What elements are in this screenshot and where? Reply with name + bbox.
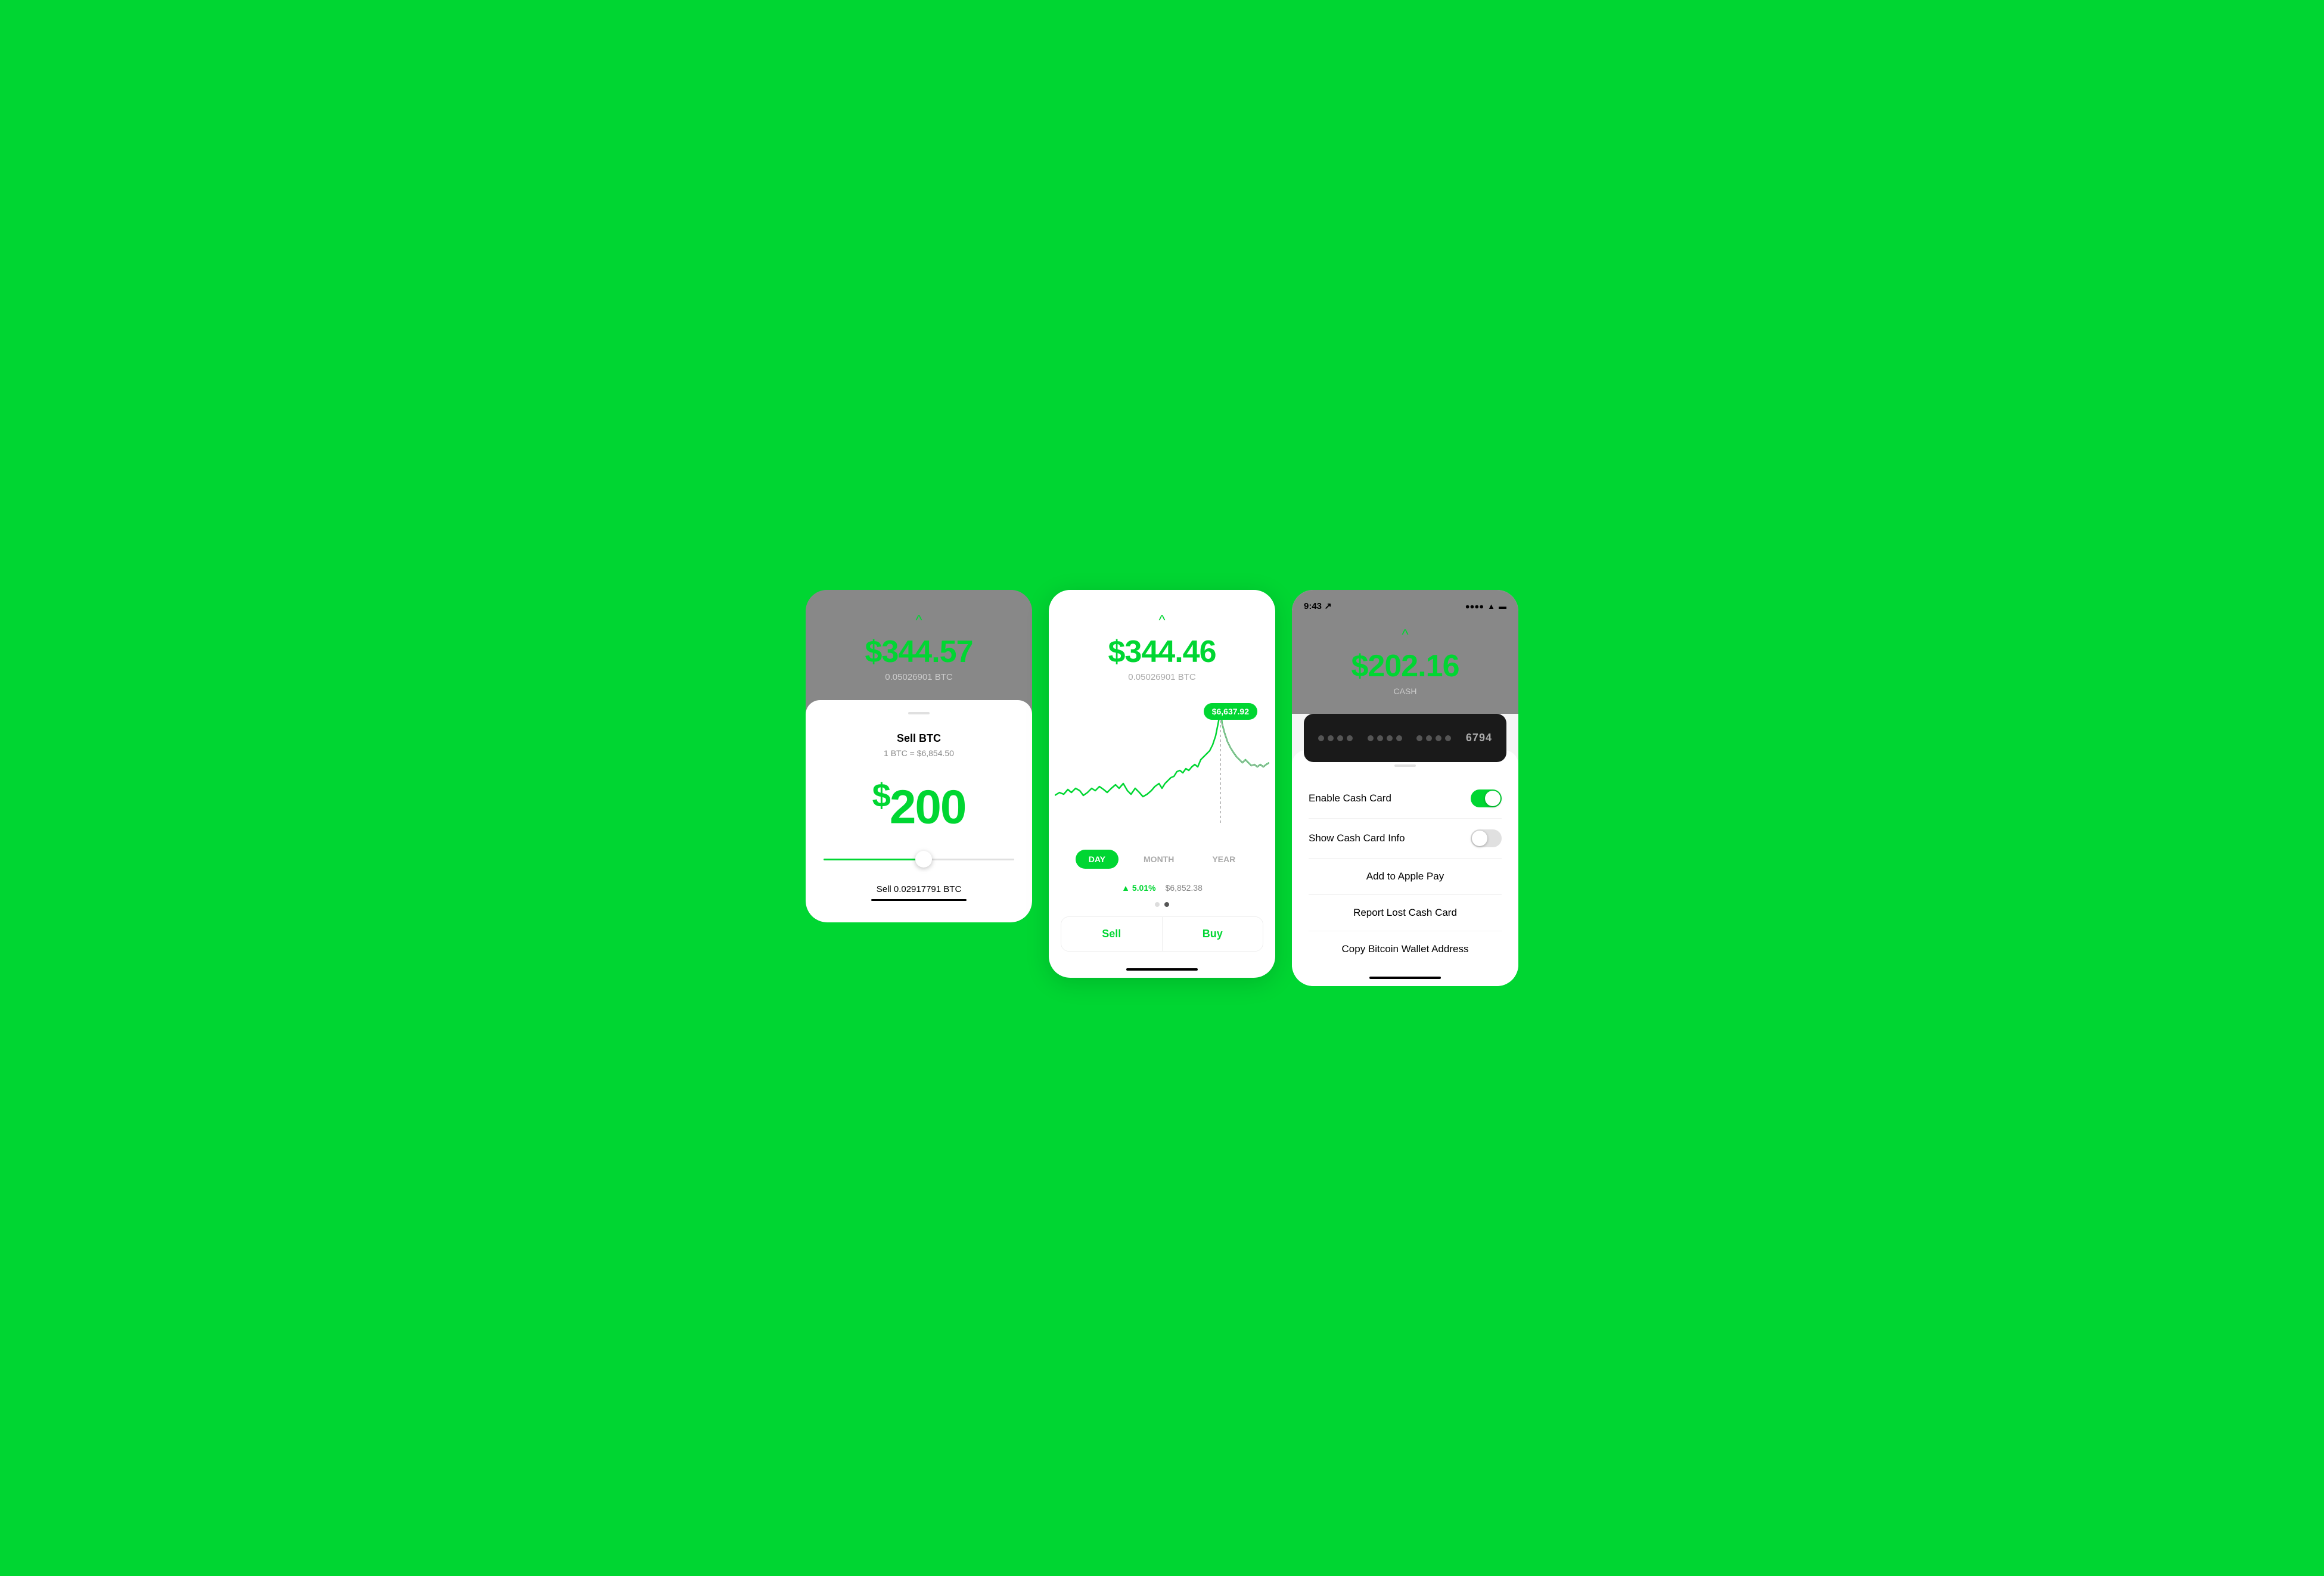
screen1-top: ^ $344.57 0.05026901 BTC [806, 590, 1032, 700]
card-dot [1318, 735, 1324, 741]
sell-rate: 1 BTC = $6,854.50 [884, 748, 954, 758]
card-dots-1 [1318, 735, 1353, 741]
chart-btc-amount: 0.05026901 BTC [1128, 672, 1195, 682]
action-buttons: Sell Buy [1061, 916, 1263, 952]
card-number-row: 6794 [1318, 732, 1492, 744]
screens-container: ^ $344.57 0.05026901 BTC Sell BTC 1 BTC … [806, 590, 1518, 986]
sell-title: Sell BTC [897, 732, 941, 745]
status-bar: 9:43 ↗ ●●●● ▲ ▬ [1304, 596, 1506, 616]
show-cash-card-info-label: Show Cash Card Info [1309, 832, 1405, 844]
card-dot [1377, 735, 1383, 741]
show-cash-card-info-row: Show Cash Card Info [1292, 819, 1518, 858]
panel-drag-handle[interactable] [1394, 764, 1416, 767]
chevron-up-icon-3[interactable]: ^ [1402, 628, 1408, 642]
time-selector: DAY MONTH YEAR [1049, 840, 1275, 878]
dot-2 [1164, 902, 1169, 907]
card-dot [1387, 735, 1393, 741]
card-dot [1328, 735, 1334, 741]
home-indicator [1126, 968, 1198, 971]
screen2-top: ^ $344.46 0.05026901 BTC [1049, 590, 1275, 694]
drag-handle[interactable] [908, 712, 930, 714]
add-to-apple-pay-item[interactable]: Add to Apple Pay [1292, 859, 1518, 894]
screen-bitcoin-chart: ^ $344.46 0.05026901 BTC $6,637.92 DAY M… [1049, 590, 1275, 978]
chart-tooltip: $6,637.92 [1204, 703, 1257, 720]
card-dot [1436, 735, 1441, 741]
slider-thumb[interactable] [915, 851, 932, 868]
sell-amount: $200 [872, 776, 966, 835]
sell-btc-underline [871, 899, 967, 901]
screen-sell-btc: ^ $344.57 0.05026901 BTC Sell BTC 1 BTC … [806, 590, 1032, 922]
enable-cash-card-row: Enable Cash Card [1292, 779, 1518, 818]
chevron-up-icon[interactable]: ^ [915, 614, 922, 628]
dot-1 [1155, 902, 1160, 907]
wifi-icon: ▲ [1487, 602, 1495, 611]
card-dot [1347, 735, 1353, 741]
price-chart: $6,637.92 [1049, 700, 1275, 834]
status-icons: ●●●● ▲ ▬ [1465, 602, 1506, 611]
card-last4: 6794 [1466, 732, 1492, 744]
card-dot [1368, 735, 1374, 741]
card-dot [1337, 735, 1343, 741]
chart-svg [1055, 700, 1269, 831]
stat-percent: ▲ 5.01% [1121, 883, 1155, 893]
sell-sheet: Sell BTC 1 BTC = $6,854.50 $200 Sell 0.0… [806, 700, 1032, 922]
cash-amount: $202.16 [1351, 648, 1459, 684]
card-settings-panel: Enable Cash Card Show Cash Card Info Add… [1292, 750, 1518, 986]
screen-cash-card: 9:43 ↗ ●●●● ▲ ▬ ^ $202.16 CASH [1292, 590, 1518, 986]
card-dots-2 [1368, 735, 1402, 741]
amount-value: 200 [890, 781, 965, 834]
battery-icon: ▬ [1499, 602, 1506, 611]
chart-stats: ▲ 5.01% $6,852.38 [1049, 878, 1275, 902]
slider-fill [824, 859, 919, 860]
stat-price: $6,852.38 [1166, 883, 1203, 893]
time-btn-day[interactable]: DAY [1076, 850, 1118, 869]
enable-cash-card-toggle[interactable] [1471, 789, 1502, 807]
home-indicator-3 [1369, 977, 1441, 979]
card-dot [1426, 735, 1432, 741]
screen3-top: 9:43 ↗ ●●●● ▲ ▬ [1292, 590, 1518, 616]
toggle-knob-2 [1472, 831, 1487, 846]
card-dot [1445, 735, 1451, 741]
card-dot [1396, 735, 1402, 741]
status-time: 9:43 ↗ [1304, 601, 1332, 611]
screen3-header: ^ $202.16 CASH [1292, 616, 1518, 714]
dollar-sign: $ [872, 776, 890, 814]
report-lost-card-item[interactable]: Report Lost Cash Card [1292, 895, 1518, 931]
slider-track [824, 859, 1014, 860]
amount-slider[interactable] [824, 859, 1014, 860]
page-dots [1049, 902, 1275, 907]
enable-cash-card-label: Enable Cash Card [1309, 792, 1391, 804]
copy-bitcoin-wallet-item[interactable]: Copy Bitcoin Wallet Address [1292, 931, 1518, 967]
cash-label: CASH [1394, 686, 1417, 696]
show-cash-card-info-toggle[interactable] [1471, 829, 1502, 847]
btc-price: $344.57 [865, 634, 973, 670]
toggle-knob [1485, 791, 1500, 806]
buy-button[interactable]: Buy [1163, 917, 1263, 951]
chevron-up-icon-2[interactable]: ^ [1158, 614, 1165, 628]
sell-btc-label: Sell 0.02917791 BTC [877, 884, 962, 894]
time-btn-year[interactable]: YEAR [1199, 850, 1248, 869]
card-dots-3 [1416, 735, 1451, 741]
card-dot [1416, 735, 1422, 741]
cash-card: 6794 [1304, 714, 1506, 762]
btc-amount: 0.05026901 BTC [885, 672, 952, 682]
signal-icon: ●●●● [1465, 602, 1484, 611]
sell-button[interactable]: Sell [1061, 917, 1163, 951]
chart-price: $344.46 [1108, 634, 1216, 670]
time-btn-month[interactable]: MONTH [1130, 850, 1187, 869]
